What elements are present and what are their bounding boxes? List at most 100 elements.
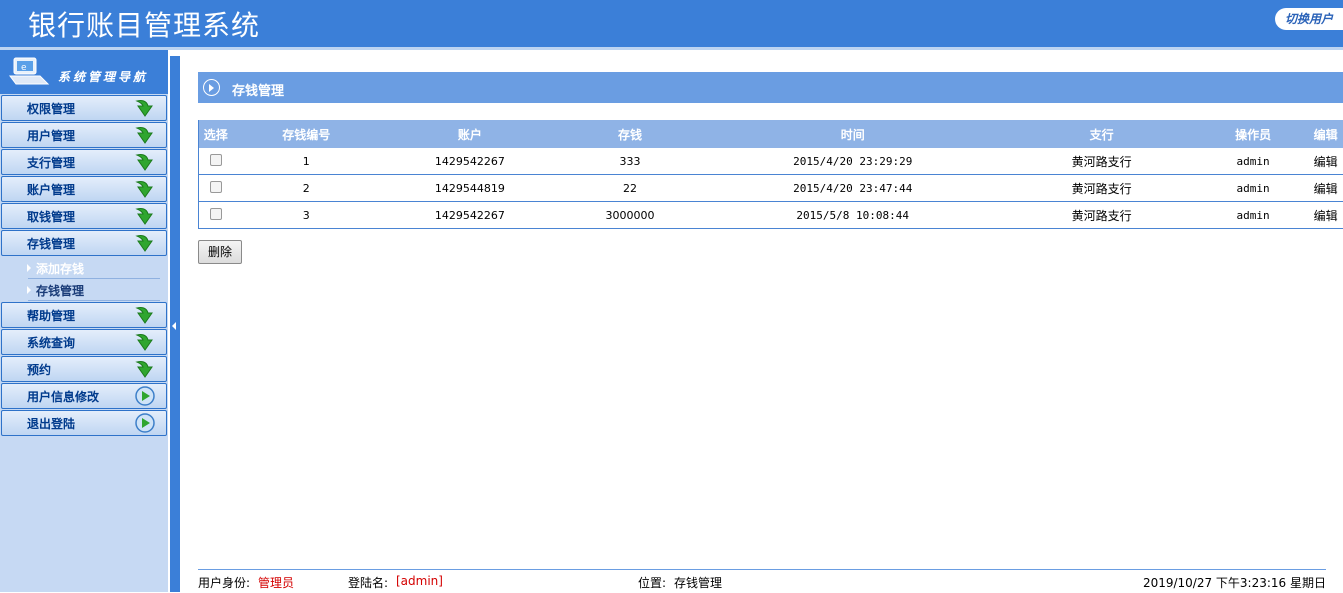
cell-operator: admin [1198,148,1309,175]
green-arrow-down-icon [134,205,156,227]
row-checkbox[interactable] [210,154,222,166]
header-divider [0,47,1343,50]
submenu-add-deposit[interactable]: 添加存钱 [0,257,168,279]
sidebar-item-permission[interactable]: 权限管理 [1,95,167,121]
cell-branch: 黄河路支行 [1005,148,1198,175]
column-header: 编辑 [1308,120,1343,148]
sidebar-item-reserve[interactable]: 预约 [1,356,167,382]
table-row: 114295422673332015/4/20 23:29:29黄河路支行adm… [199,148,1343,175]
column-header: 选择 [199,120,233,148]
cell-operator: admin [1198,175,1309,202]
green-arrow-down-icon [134,358,156,380]
submenu-label: 存钱管理 [36,282,84,299]
app-title: 银行账目管理系统 [28,4,260,44]
row-checkbox[interactable] [210,208,222,220]
cell-branch: 黄河路支行 [1005,202,1198,229]
sidebar-item-label: 存钱管理 [27,235,75,252]
column-header: 时间 [700,120,1005,148]
status-bar: 用户身份: 管理员 登陆名: [admin] 位置: 存钱管理 2019/10/… [198,569,1326,593]
play-circle-icon [134,412,156,434]
cell-id: 2 [233,175,380,202]
table-header: 选择存钱编号账户存钱时间支行操作员编辑 [199,120,1343,148]
submenu-deposit-manage[interactable]: 存钱管理 [0,279,168,301]
green-arrow-down-icon [134,304,156,326]
main-content: 存钱管理 选择存钱编号账户存钱时间支行操作员编辑 114295422673332… [198,72,1343,103]
green-arrow-down-icon [134,232,156,254]
sidebar-item-label: 帮助管理 [27,307,75,324]
sidebar: e 系统管理导航 权限管理用户管理支行管理账户管理取钱管理存钱管理添加存钱存钱管… [0,50,168,592]
triangle-right-icon [27,264,31,272]
green-arrow-down-icon [134,331,156,353]
svg-text:e: e [21,63,27,73]
sidebar-item-label: 系统查询 [27,334,75,351]
cell-account: 1429542267 [380,202,560,229]
cell-time: 2015/4/20 23:47:44 [700,175,1005,202]
cell-account: 1429542267 [380,148,560,175]
select-cell [199,148,233,175]
role-value: 管理员 [258,574,294,591]
cell-amount: 333 [560,148,700,175]
cell-amount: 3000000 [560,202,700,229]
select-cell [199,175,233,202]
green-arrow-down-icon [134,151,156,173]
column-header: 存钱编号 [233,120,380,148]
sidebar-item-account[interactable]: 账户管理 [1,176,167,202]
cell-time: 2015/5/8 10:08:44 [700,202,1005,229]
submenu-divider [28,300,160,301]
cell-account: 1429544819 [380,175,560,202]
location-label: 位置: [638,574,666,591]
green-arrow-down-icon [134,178,156,200]
collapse-arrow-icon[interactable] [172,322,176,330]
sidebar-item-label: 用户管理 [27,127,75,144]
column-header: 支行 [1005,120,1198,148]
sidebar-item-deposit[interactable]: 存钱管理 [1,230,167,256]
play-circle-icon [134,385,156,407]
sidebar-item-label: 支行管理 [27,154,75,171]
deposit-table: 选择存钱编号账户存钱时间支行操作员编辑 114295422673332015/4… [198,120,1343,229]
switch-user-button[interactable]: 切换用户 [1275,8,1343,30]
sidebar-item-user[interactable]: 用户管理 [1,122,167,148]
submenu-label: 添加存钱 [36,260,84,277]
sidebar-item-query[interactable]: 系统查询 [1,329,167,355]
nav-menu: 权限管理用户管理支行管理账户管理取钱管理存钱管理添加存钱存钱管理帮助管理系统查询… [0,95,168,436]
datetime: 2019/10/27 下午3:23:16 星期日 [1143,574,1326,591]
row-checkbox[interactable] [210,181,222,193]
sidebar-toggle[interactable] [168,50,182,592]
sidebar-item-logout[interactable]: 退出登陆 [1,410,167,436]
computer-icon: e [8,56,52,86]
sidebar-item-profile[interactable]: 用户信息修改 [1,383,167,409]
role-label: 用户身份: [198,574,250,591]
sidebar-item-label: 退出登陆 [27,415,75,432]
nav-title: 系统管理导航 [58,68,148,85]
table-row: 3142954226730000002015/5/8 10:08:44黄河路支行… [199,202,1343,229]
sidebar-item-label: 预约 [27,361,51,378]
sidebar-item-branch[interactable]: 支行管理 [1,149,167,175]
edit-link[interactable]: 编辑 [1308,175,1343,202]
sidebar-item-label: 用户信息修改 [27,388,99,405]
login-value: [admin] [396,574,443,588]
section-header: 存钱管理 [198,72,1343,103]
edit-link[interactable]: 编辑 [1308,202,1343,229]
cell-id: 3 [233,202,380,229]
section-title: 存钱管理 [232,80,284,99]
cell-id: 1 [233,148,380,175]
cell-time: 2015/4/20 23:29:29 [700,148,1005,175]
login-label: 登陆名: [348,574,388,591]
sidebar-item-withdraw[interactable]: 取钱管理 [1,203,167,229]
play-circle-icon [203,79,220,96]
sidebar-item-help[interactable]: 帮助管理 [1,302,167,328]
select-cell [199,202,233,229]
sidebar-item-label: 取钱管理 [27,208,75,225]
nav-header: e 系统管理导航 [0,50,168,94]
app-header: 银行账目管理系统 切换用户 [0,0,1343,47]
table-row: 21429544819222015/4/20 23:47:44黄河路支行admi… [199,175,1343,202]
column-header: 账户 [380,120,560,148]
green-arrow-down-icon [134,97,156,119]
triangle-right-icon [27,286,31,294]
column-header: 存钱 [560,120,700,148]
cell-branch: 黄河路支行 [1005,175,1198,202]
edit-link[interactable]: 编辑 [1308,148,1343,175]
sidebar-item-label: 权限管理 [27,100,75,117]
table-body: 114295422673332015/4/20 23:29:29黄河路支行adm… [199,148,1343,229]
delete-button[interactable]: 删除 [198,240,242,264]
